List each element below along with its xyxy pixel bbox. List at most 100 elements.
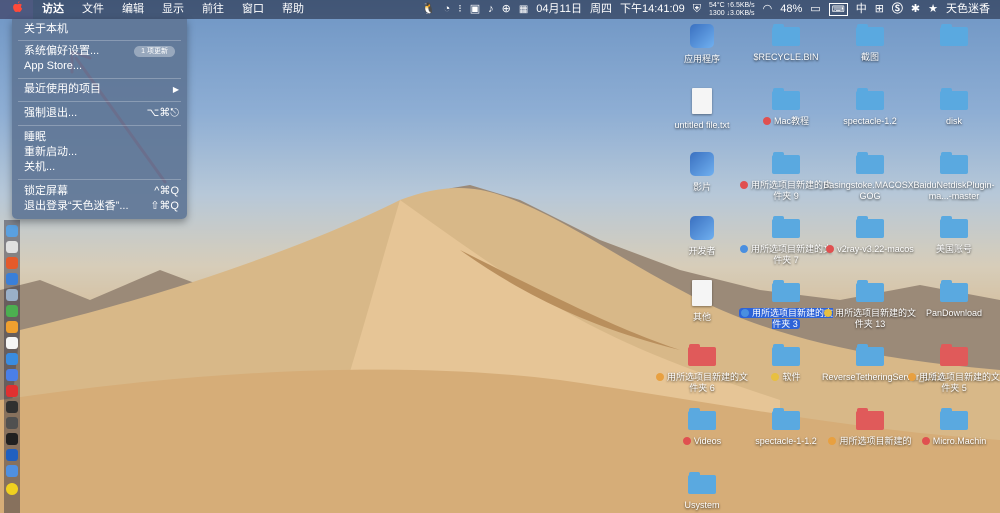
desktop-icon[interactable]: BaiduNetdiskPlugin-ma...-master [906, 152, 1000, 202]
app-store[interactable]: App Store... [24, 59, 179, 74]
star-icon[interactable]: ★ [924, 0, 942, 19]
folder-icon [940, 216, 968, 238]
color-tag-dot [762, 117, 771, 125]
menu-view[interactable]: 显示 [153, 0, 193, 19]
user-name[interactable]: 天色迷香 [942, 0, 1000, 19]
desktop-icon[interactable]: 用所选项目新建的 [822, 408, 918, 447]
apple-menu-button[interactable] [0, 0, 33, 19]
color-tag-dot [739, 181, 748, 189]
dock-app-icon[interactable] [6, 369, 18, 381]
recent-items[interactable]: 最近使用的项目 ▶ [24, 82, 179, 97]
dock-app-icon[interactable] [6, 289, 18, 301]
desktop-icon[interactable]: 用所选项目新建的文件夹 9 [738, 152, 834, 202]
notification-icon[interactable]: ▣ [466, 0, 484, 19]
menu-finder[interactable]: 访达 [33, 0, 73, 19]
dock-app-icon[interactable] [6, 241, 18, 253]
desktop-icon-text: BaiduNetdiskPlugin-ma...-master [913, 180, 995, 201]
menu-help[interactable]: 帮助 [273, 0, 313, 19]
dock-app-icon[interactable] [6, 257, 18, 269]
shield-icon[interactable]: ⛨ [689, 0, 705, 19]
desktop-icon-label: 软件 [771, 372, 801, 382]
desktop-icon[interactable] [906, 24, 1000, 52]
menu-file[interactable]: 文件 [73, 0, 113, 19]
weekday-text[interactable]: 周四 [586, 0, 616, 19]
wifi-icon[interactable]: ◠ [759, 0, 777, 19]
menu-window[interactable]: 窗口 [233, 0, 273, 19]
system-monitor[interactable]: 54°C ↑6.5KB/s 1300 ↓3.0KB/s [705, 2, 759, 18]
desktop-icon[interactable]: PanDownload [906, 280, 1000, 319]
desktop-icon-text: 应用程序 [683, 54, 720, 64]
system-preferences[interactable]: 系统偏好设置... 1 项更新 [24, 44, 179, 59]
desktop-icon[interactable]: 用所选项目新建的文件夹 3 [738, 280, 834, 330]
bluetooth-icon[interactable]: ✱ [907, 0, 924, 19]
desktop-icon[interactable]: 开发者 [654, 216, 750, 257]
dock-app-icon[interactable] [6, 385, 18, 397]
dock-app-icon[interactable] [6, 273, 18, 285]
apple-logo-icon [13, 1, 23, 13]
desktop-icon[interactable]: ReverseTetheringServer_1.2.0 [822, 344, 944, 383]
desktop-icon[interactable]: Videos [654, 408, 750, 447]
input-method-text[interactable]: 中 [852, 0, 871, 19]
desktop-icon[interactable]: 影片 [654, 152, 750, 193]
date-text[interactable]: 04月11日 [532, 0, 586, 19]
desktop-icon[interactable]: spectacle-1-1.2 [738, 408, 834, 447]
s-app-icon[interactable]: Ⓢ [888, 0, 907, 19]
grid-icon[interactable]: ⊞ [871, 0, 888, 19]
sleep[interactable]: 睡眠 [24, 130, 179, 145]
desktop-icon[interactable]: 用所选项目新建的文件夹 7 [738, 216, 834, 266]
dock-app-icon[interactable] [6, 337, 18, 349]
log-out[interactable]: 退出登录“天色迷香”... ⇧⌘Q [24, 199, 179, 214]
desktop-icon-text: PanDownload [925, 308, 983, 318]
desktop-icon[interactable]: 用所选项目新建的文件夹 5 [906, 344, 1000, 394]
desktop-icon[interactable]: 用所选项目新建的文件夹 6 [654, 344, 750, 394]
folder-icon [856, 408, 884, 430]
desktop-icon[interactable]: Micro.Machin [906, 408, 1000, 447]
dock-app-icon[interactable] [6, 465, 18, 477]
desktop-icon[interactable]: 用所选项目新建的文件夹 13 [822, 280, 918, 330]
dots-icon[interactable]: ⁝ [454, 0, 466, 19]
qq-icon[interactable]: 🐧 [418, 0, 440, 19]
desktop-icon[interactable]: 美国账号 [906, 216, 1000, 255]
submenu-arrow-icon: ▶ [172, 85, 179, 94]
battery-icon[interactable]: ▭ [806, 0, 824, 19]
about-this-mac[interactable]: 关于本机 [24, 22, 179, 37]
desktop-icon[interactable]: $RECYCLE.BIN [738, 24, 834, 63]
gauge-icon[interactable]: ◔ [440, 0, 455, 19]
force-quit[interactable]: 强制退出... ⌥⌘⎋ [24, 106, 179, 121]
desktop-icon[interactable]: disk [906, 88, 1000, 127]
desktop-icon[interactable]: Usystem [654, 472, 750, 511]
dock-app-icon[interactable] [6, 417, 18, 429]
restart[interactable]: 重新启动... [24, 145, 179, 160]
clock-text[interactable]: 下午14:41:09 [616, 0, 689, 19]
menu-edit[interactable]: 编辑 [113, 0, 153, 19]
desktop-icon[interactable]: 截图 [822, 24, 918, 63]
shutdown[interactable]: 关机... [24, 160, 179, 175]
desktop-icon[interactable]: v2ray-v3.22-macos [822, 216, 918, 255]
desktop-icon[interactable]: 应用程序 [654, 24, 750, 65]
globe-icon[interactable]: ⊕ [498, 0, 515, 19]
menu-bar: 访达 文件 编辑 显示 前往 窗口 帮助 🐧 ◔ ⁝ ▣ ♪ ⊕ ▦ 04月11… [0, 0, 1000, 19]
menu-go[interactable]: 前往 [193, 0, 233, 19]
lock-screen[interactable]: 锁定屏幕 ^⌘Q [24, 184, 179, 199]
dock-app-icon[interactable] [6, 225, 18, 237]
dock-app-icon[interactable] [6, 353, 18, 365]
desktop-icon[interactable]: Basingstoke.MACOSX-GOG [822, 152, 918, 202]
dock-app-icon[interactable] [6, 401, 18, 413]
desktop-icon-text: 用所选项目新建的文件夹 9 [750, 180, 832, 201]
desktop-icon[interactable]: 其他 [654, 280, 750, 323]
dock-app-icon[interactable] [6, 433, 18, 445]
desktop-icon[interactable]: untitled file.txt [654, 88, 750, 131]
desktop-icon-label: 影片 [693, 182, 711, 192]
desktop-icon[interactable]: Mac教程 [738, 88, 834, 127]
dock-app-icon[interactable] [6, 321, 18, 333]
desktop-icon[interactable]: 软件 [738, 344, 834, 383]
dock-app-icon[interactable] [6, 483, 18, 495]
desktop-icon[interactable]: spectacle-1.2 [822, 88, 918, 127]
desktop-icon-text: spectacle-1-1.2 [755, 436, 817, 446]
dock-app-icon[interactable] [6, 449, 18, 461]
keyboard-icon[interactable]: ⌨ [828, 3, 848, 16]
battery-text[interactable]: 48% [776, 0, 806, 19]
volume-icon[interactable]: ♪ [484, 0, 498, 19]
app-icon [690, 24, 714, 48]
dock-app-icon[interactable] [6, 305, 18, 317]
